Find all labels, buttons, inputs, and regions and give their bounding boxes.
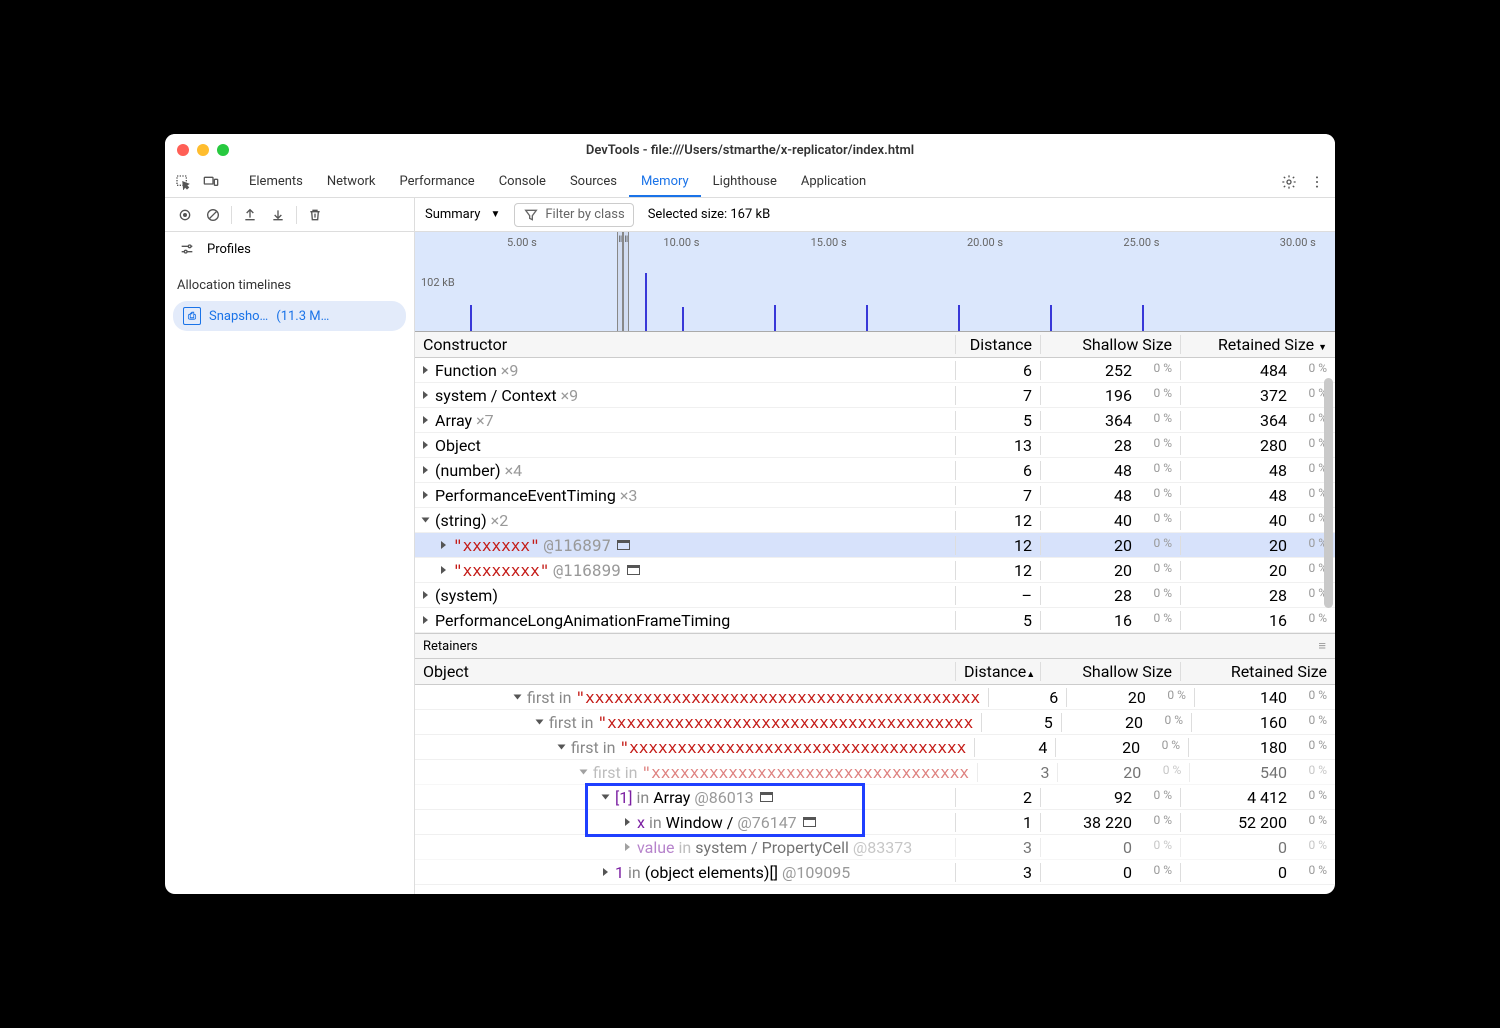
- table-row[interactable]: Array ×753640 %3640 %: [415, 408, 1335, 433]
- col-shallow-r[interactable]: Shallow Size: [1040, 662, 1180, 681]
- timeline-tick: 10.00 s: [663, 236, 699, 249]
- tab-sources[interactable]: Sources: [558, 168, 629, 196]
- tab-performance[interactable]: Performance: [388, 168, 487, 196]
- main-panel: Summary▼ Filter by class Selected size: …: [415, 198, 1335, 894]
- timeline-bar: [682, 307, 684, 331]
- retainers-menu-icon[interactable]: ≡: [1318, 638, 1327, 654]
- tab-console[interactable]: Console: [487, 168, 558, 196]
- table-row[interactable]: Function ×962520 %4840 %: [415, 358, 1335, 383]
- snapshot-size: (11.3 M…: [276, 309, 329, 324]
- retainer-row[interactable]: first in "xxxxxxxxxxxxxxxxxxxxxxxxxxxxxx…: [415, 760, 1335, 785]
- col-distance-r[interactable]: Distance▲: [955, 662, 1040, 681]
- tab-elements[interactable]: Elements: [237, 168, 315, 196]
- retainer-row[interactable]: x in Window / @76147138 2200 %52 2000 %: [415, 810, 1335, 835]
- col-object[interactable]: Object: [415, 662, 955, 681]
- tab-network[interactable]: Network: [315, 168, 388, 196]
- window-icon: [617, 540, 630, 550]
- retainer-row[interactable]: first in "xxxxxxxxxxxxxxxxxxxxxxxxxxxxxx…: [415, 710, 1335, 735]
- profiles-label: Profiles: [207, 242, 251, 257]
- snapshot-item[interactable]: ⎙ Snapsho… (11.3 M…: [173, 301, 406, 331]
- table-row[interactable]: system / Context ×971960 %3720 %: [415, 383, 1335, 408]
- retainer-row[interactable]: value in system / PropertyCell @83373300…: [415, 835, 1335, 860]
- selected-size: Selected size: 167 kB: [648, 207, 771, 222]
- table-row[interactable]: PerformanceLongAnimationFrameTiming5160 …: [415, 608, 1335, 633]
- snapshot-icon: ⎙: [183, 307, 201, 325]
- gear-icon[interactable]: [1279, 172, 1299, 192]
- sliders-icon[interactable]: [177, 239, 197, 259]
- retainers-header: Object Distance▲ Shallow Size Retained S…: [415, 659, 1335, 685]
- snapshot-name: Snapsho…: [209, 309, 268, 324]
- col-shallow-size[interactable]: Shallow Size: [1040, 335, 1180, 354]
- table-row[interactable]: Object13280 %2800 %: [415, 433, 1335, 458]
- timeline[interactable]: 5.00 s 10.00 s 15.00 s 20.00 s 25.00 s 30.00 …: [415, 232, 1335, 332]
- profiles-header: Profiles: [165, 232, 414, 266]
- sidebar: Profiles Allocation timelines ⎙ Snapsho……: [165, 198, 415, 894]
- table-row[interactable]: (system)–280 %280 %: [415, 583, 1335, 608]
- timeline-tick: 30.00 s: [1280, 236, 1316, 249]
- memory-toolbar: Summary▼ Filter by class Selected size: …: [415, 198, 1335, 232]
- timeline-tick: 5.00 s: [507, 236, 537, 249]
- col-retained-size[interactable]: Retained Size ▼: [1180, 335, 1335, 354]
- devtools-window: DevTools - file:///Users/stmarthe/x-repl…: [165, 134, 1335, 894]
- filter-placeholder: Filter by class: [545, 207, 624, 222]
- tab-application[interactable]: Application: [789, 168, 878, 196]
- window-title: DevTools - file:///Users/stmarthe/x-repl…: [165, 143, 1335, 158]
- inspect-icon[interactable]: [173, 172, 193, 192]
- timeline-ylabel: 102 kB: [421, 276, 455, 289]
- timeline-tick: 15.00 s: [811, 236, 847, 249]
- titlebar: DevTools - file:///Users/stmarthe/x-repl…: [165, 134, 1335, 166]
- device-icon[interactable]: [201, 172, 221, 192]
- record-icon[interactable]: [175, 205, 195, 225]
- main-tabs: ElementsNetworkPerformanceConsoleSources…: [165, 166, 1335, 198]
- summary-dropdown[interactable]: Summary▼: [425, 207, 500, 222]
- table-row[interactable]: "xxxxxxx" @11689712200 %200 %: [415, 533, 1335, 558]
- col-distance[interactable]: Distance: [955, 335, 1040, 354]
- timeline-bar: [774, 305, 776, 331]
- window-icon: [627, 565, 640, 575]
- clear-icon[interactable]: [203, 205, 223, 225]
- filter-input[interactable]: Filter by class: [514, 203, 633, 227]
- trash-icon[interactable]: [305, 205, 325, 225]
- window-icon: [760, 792, 773, 802]
- timeline-bar: [645, 273, 647, 331]
- constructors-header: Constructor Distance Shallow Size Retain…: [415, 332, 1335, 358]
- retainer-row[interactable]: [1] in Array @860132920 %4 4120 %: [415, 785, 1335, 810]
- timeline-bar: [1050, 305, 1052, 331]
- section-allocation-timelines: Allocation timelines: [165, 266, 414, 301]
- timeline-bar: [470, 305, 472, 331]
- tab-lighthouse[interactable]: Lighthouse: [701, 168, 789, 196]
- window-icon: [803, 817, 816, 827]
- col-constructor[interactable]: Constructor: [415, 335, 955, 354]
- retainer-row[interactable]: first in "xxxxxxxxxxxxxxxxxxxxxxxxxxxxxx…: [415, 685, 1335, 710]
- table-row[interactable]: PerformanceEventTiming ×37480 %480 %: [415, 483, 1335, 508]
- filter-icon: [523, 207, 539, 223]
- retainer-row[interactable]: first in "xxxxxxxxxxxxxxxxxxxxxxxxxxxxxx…: [415, 735, 1335, 760]
- timeline-bar: [1142, 305, 1144, 331]
- table-row[interactable]: (number) ×46480 %480 %: [415, 458, 1335, 483]
- timeline-bar: [958, 305, 960, 331]
- scrollbar[interactable]: [1324, 378, 1333, 608]
- upload-icon[interactable]: [240, 205, 260, 225]
- more-icon[interactable]: [1307, 172, 1327, 192]
- col-retained-r[interactable]: Retained Size: [1180, 662, 1335, 681]
- timeline-bar: [866, 305, 868, 331]
- retainers-section-header: Retainers ≡: [415, 633, 1335, 659]
- timeline-selection-handles[interactable]: ‖‖: [617, 232, 629, 331]
- sidebar-toolbar: [165, 198, 414, 232]
- retainer-row[interactable]: 1 in (object elements)[] @109095300 %00 …: [415, 860, 1335, 885]
- table-row[interactable]: (string) ×212400 %400 %: [415, 508, 1335, 533]
- timeline-tick: 20.00 s: [967, 236, 1003, 249]
- tab-memory[interactable]: Memory: [629, 168, 701, 197]
- table-row[interactable]: "xxxxxxxx" @11689912200 %200 %: [415, 558, 1335, 583]
- download-icon[interactable]: [268, 205, 288, 225]
- timeline-tick: 25.00 s: [1123, 236, 1159, 249]
